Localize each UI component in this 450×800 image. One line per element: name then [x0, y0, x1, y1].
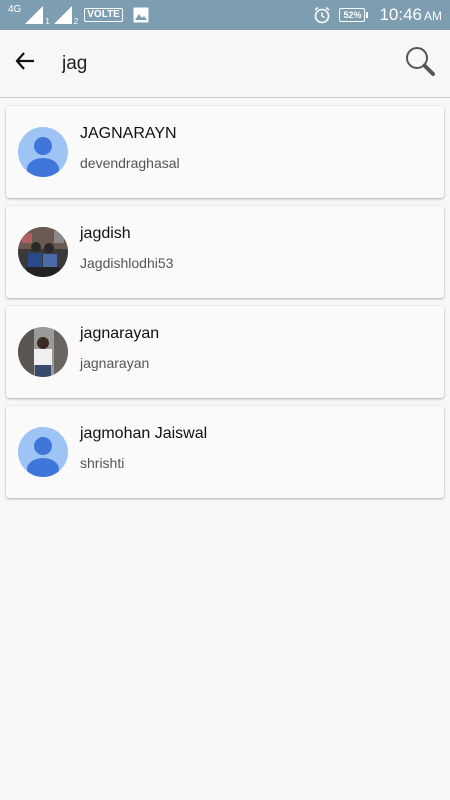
clock-ampm: AM	[424, 9, 442, 23]
search-results-list: JAGNARAYN devendraghasal jagdish Jagdish…	[6, 106, 444, 506]
signal-icon-sim2	[53, 6, 74, 24]
signal-icon-sim1	[25, 6, 45, 24]
search-icon	[404, 45, 436, 82]
network-type: 4G	[8, 4, 22, 15]
image-notification-icon	[133, 7, 149, 23]
alarm-icon	[313, 6, 331, 24]
battery-icon: 52%	[339, 8, 369, 22]
status-bar: 4G 1 2 VOLTE 52% 10:46 AM	[0, 0, 450, 30]
photo-avatar	[18, 327, 68, 377]
status-right: 52% 10:46 AM	[313, 5, 442, 25]
user-name: jagdish	[80, 225, 131, 242]
list-item[interactable]: jagmohan Jaiswal shrishti	[6, 406, 444, 498]
default-avatar-icon	[18, 127, 68, 177]
list-item[interactable]: JAGNARAYN devendraghasal	[6, 106, 444, 198]
list-item[interactable]: jagnarayan jagnarayan	[6, 306, 444, 398]
photo-avatar	[18, 227, 68, 277]
search-input[interactable]	[62, 52, 382, 75]
user-name: JAGNARAYN	[80, 125, 177, 142]
list-item[interactable]: jagdish Jagdishlodhi53	[6, 206, 444, 298]
back-button[interactable]	[0, 30, 50, 98]
clock: 10:46 AM	[373, 5, 442, 25]
user-name: jagmohan Jaiswal	[80, 425, 208, 442]
search-toolbar	[0, 30, 450, 98]
user-name: jagnarayan	[80, 325, 160, 342]
search-button[interactable]	[400, 44, 440, 84]
default-avatar-icon	[18, 427, 68, 477]
clock-time: 10:46	[379, 5, 422, 24]
arrow-left-icon	[14, 50, 36, 77]
sim2-label: 2	[73, 16, 79, 26]
volte-badge: VOLTE	[84, 8, 123, 22]
sim1-label: 1	[45, 16, 50, 26]
user-handle: jagnarayan	[80, 355, 150, 371]
user-handle: devendraghasal	[80, 155, 180, 171]
status-left: 4G 1 2 VOLTE	[8, 4, 149, 26]
user-handle: Jagdishlodhi53	[80, 255, 174, 271]
user-handle: shrishti	[80, 455, 125, 471]
